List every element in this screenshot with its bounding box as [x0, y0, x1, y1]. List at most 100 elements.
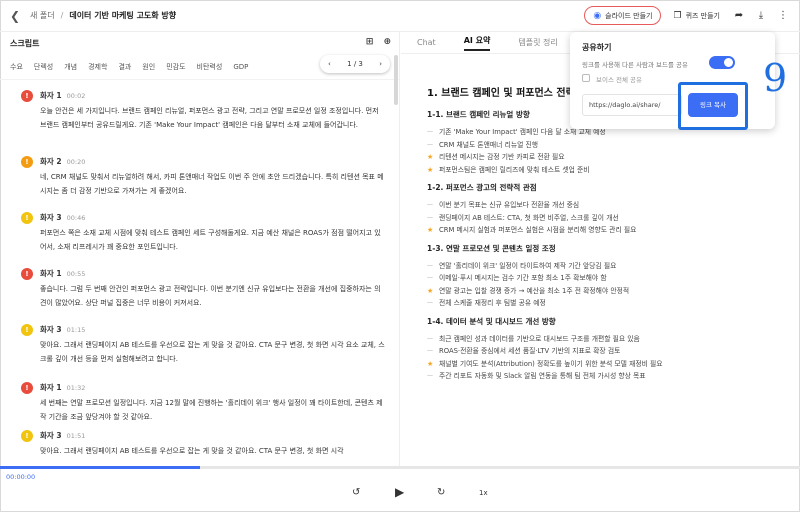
transcript-text: 오늘 안건은 세 가지입니다. 브랜드 캠페인 리뉴얼, 퍼포먼스 광고 전략,… [40, 107, 379, 129]
speaker-name: 화자 1 [40, 269, 62, 278]
forward-icon[interactable]: ↻ [437, 487, 445, 498]
section-heading: 1-4. 데이터 분석 및 대시보드 개선 방향 [427, 316, 556, 326]
starred-bullet: 퍼포먼스팀은 캠페인 릴리즈에 맞춰 테스트 셋업 준비 [427, 164, 767, 177]
slide-icon: ◉ [593, 10, 602, 21]
speaker-name: 화자 1 [40, 383, 62, 392]
playback-speed[interactable]: 1x [479, 489, 488, 497]
slide-button-label: 슬라이드 만들기 [605, 11, 653, 20]
summary-sections: 1-1. 브랜드 캠페인 리뉴얼 방향기존 'Make Your Impact'… [427, 109, 767, 389]
transcript-text: 네, CRM 채널도 맞춰서 리뉴얼하려 해서, 카피 톤앤매너 작업도 이번 … [40, 173, 384, 195]
script-panel: 스크립트 ⊞ ⊕ 수요 단렉성 개념 경제학 결과 원인 민감도 비탄력성 GDP ! 화자 1 0… [0, 32, 400, 466]
page-title: 데이터 기반 마케팅 고도화 방향 [69, 11, 177, 20]
tab-2[interactable]: 템플릿 정리 [518, 37, 557, 48]
bullet-item: CRM 채널도 톤앤매너 리뉴얼 진행 [427, 139, 767, 152]
speaker-avatar: ! [21, 430, 33, 442]
breadcrumb-folder[interactable]: 새 폴더 [30, 10, 55, 21]
next-page-icon[interactable]: › [379, 60, 382, 68]
speaker-timestamp[interactable]: 00:55 [67, 270, 86, 278]
keyword-chip[interactable]: 원인 [142, 62, 155, 72]
slide-button[interactable]: ◉ 슬라이드 만들기 [584, 6, 662, 25]
speaker-timestamp[interactable]: 01:32 [67, 384, 86, 392]
speaker-name: 화자 3 [40, 431, 62, 440]
keyword-chip[interactable]: 비탄력성 [197, 62, 223, 72]
bullet-item: 전체 스케줄 재정리 후 팀별 공유 예정 [427, 297, 767, 310]
speaker-name: 화자 3 [40, 213, 62, 222]
annotation-number: 9 [763, 56, 788, 100]
keyword-chip[interactable]: 단렉성 [34, 62, 53, 72]
speaker-label: 화자 2 00:20 [40, 156, 85, 167]
bullet-item: 이번 분기 목표는 신규 유입보다 전환율 개선 중심 [427, 199, 767, 212]
breadcrumb-separator: / [60, 11, 64, 20]
share-description: 링크를 사용해 다른 사람과 보드를 공유 [582, 61, 689, 69]
speaker-avatar: ! [21, 324, 33, 336]
section-heading: 1-3. 연말 프로모션 및 콘텐츠 일정 조정 [427, 243, 556, 253]
script-header: 스크립트 ⊞ ⊕ [0, 32, 399, 54]
starred-bullet: 채널별 기여도 분석(Attribution) 정확도를 높이기 위한 분석 모… [427, 358, 767, 371]
bookmark-icon[interactable]: ⊞ [366, 37, 374, 47]
quiz-button-label: 퀴즈 만들기 [685, 11, 720, 20]
download-icon[interactable]: ⤓ [754, 10, 768, 21]
speaker-timestamp[interactable]: 00:20 [67, 158, 86, 166]
prev-page-icon[interactable]: ‹ [328, 60, 331, 68]
more-icon[interactable]: ⋮ [776, 10, 790, 21]
keyword-chip[interactable]: 경제학 [88, 62, 107, 72]
speaker-avatar: ! [21, 156, 33, 168]
keyword-chip[interactable]: 민감도 [166, 62, 185, 72]
share-title: 공유하기 [582, 43, 612, 52]
speaker-timestamp[interactable]: 00:02 [67, 92, 86, 100]
speaker-label: 화자 1 01:32 [40, 382, 85, 393]
page-indicator: 1 / 3 [347, 60, 363, 68]
speaker-label: 화자 1 00:02 [40, 90, 85, 101]
speaker-avatar: ! [21, 90, 33, 102]
keyword-chip[interactable]: 결과 [118, 62, 131, 72]
keyword-chip[interactable]: GDP [233, 63, 248, 71]
share-all-label: 보이스 전체 공유 [596, 76, 642, 84]
copy-link-button[interactable]: 링크 복사 [688, 93, 738, 117]
speaker-timestamp[interactable]: 00:46 [67, 214, 86, 222]
add-bookmark-icon[interactable]: ⊕ [383, 37, 391, 47]
speaker-label: 화자 3 01:51 [40, 430, 85, 441]
quiz-icon: ❐ [673, 10, 682, 21]
speaker-timestamp[interactable]: 01:51 [67, 432, 86, 440]
page-navigator: ‹ 1 / 3 › [320, 55, 390, 73]
starred-bullet: 연말 광고는 입찰 경쟁 증가 → 예산을 최소 1주 전 확정해야 안정적 [427, 285, 767, 298]
back-chevron-icon[interactable]: ❮ [10, 9, 24, 23]
bullet-item: 연말 '홀리데이 위크' 일정이 타이트하여 제작 기간 앞당김 필요 [427, 260, 767, 273]
bullet-item: ROAS·전환율 중심에서 세션 품질·LTV 기반의 지표로 확장 검토 [427, 345, 767, 358]
share-icon[interactable]: ➦ [732, 10, 746, 21]
transcript-text: 맞아요. 그래서 랜딩페이지 AB 테스트를 우선으로 잡는 게 맞을 것 같아… [40, 447, 344, 455]
speaker-timestamp[interactable]: 01:15 [67, 326, 86, 334]
bullet-item: 최근 캠페인 성과 데이터를 기반으로 대시보드 구조를 개편할 필요 있음 [427, 333, 767, 346]
script-title: 스크립트 [10, 38, 40, 48]
tab-1[interactable]: AI 요약 [463, 35, 491, 51]
starred-bullet: 리텐션 메시지는 감정 기반 카피로 전환 필요 [427, 151, 767, 164]
section-heading: 1-2. 퍼포먼스 광고의 전략적 관점 [427, 183, 537, 192]
keyword-chip[interactable]: 개념 [64, 62, 77, 72]
speaker-avatar: ! [21, 268, 33, 280]
speaker-label: 화자 1 00:55 [40, 268, 85, 279]
play-icon[interactable]: ▶ [395, 485, 404, 499]
share-all-checkbox[interactable] [582, 74, 590, 82]
speaker-avatar: ! [21, 382, 33, 394]
transcript-text: 세 번째는 연말 프로모션 일정입니다. 지금 12월 말에 진행하는 '홀리데… [40, 399, 383, 421]
starred-bullet: CRM 메시지 실험과 퍼포먼스 실험은 시점을 분리해 영향도 관리 필요 [427, 224, 767, 237]
transcript-text: 퍼포먼스 쪽은 소재 교체 시점에 맞춰 테스트 캠페인 세트 구성해둘게요. … [40, 229, 381, 251]
keyword-chip[interactable]: 수요 [10, 62, 23, 72]
quiz-button[interactable]: ❐ 퀴즈 만들기 [669, 6, 724, 25]
bullet-item: 주간 리포트 자동화 및 Slack 알림 연동을 통해 팀 전체 가시성 향상… [427, 370, 767, 383]
speaker-label: 화자 3 00:46 [40, 212, 85, 223]
current-time: 00:00:00 [6, 473, 36, 481]
top-bar: ❮ 새 폴더 / 데이터 기반 마케팅 고도화 방향 ◉ 슬라이드 만들기 ❐ … [0, 0, 800, 32]
share-url-field[interactable]: https://daglo.ai/share/ [582, 94, 682, 116]
speaker-name: 화자 1 [40, 91, 62, 100]
transcript-text: 좋습니다. 그럼 두 번째 안건인 퍼포먼스 광고 전략입니다. 이번 분기엔 … [40, 285, 381, 307]
transcript-text: 맞아요. 그래서 랜딩페이지 AB 테스트를 우선으로 잡는 게 맞을 것 같아… [40, 341, 385, 363]
tab-0[interactable]: Chat [417, 38, 436, 47]
script-header-icons: ⊞ ⊕ [366, 37, 391, 47]
speaker-name: 화자 2 [40, 157, 62, 166]
player-bar: 00:00:00 ↺ ▶ ↻ 1x [0, 469, 800, 512]
rewind-icon[interactable]: ↺ [352, 487, 360, 498]
scrollbar[interactable] [394, 55, 398, 105]
share-toggle[interactable] [709, 56, 735, 69]
